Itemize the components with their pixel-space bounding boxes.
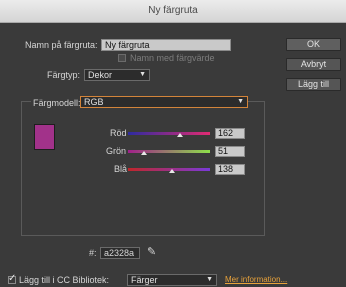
- ok-button[interactable]: OK: [286, 38, 341, 51]
- name-with-value-label: Namn med färgvärde: [130, 53, 215, 63]
- color-model-label: Färgmodell:: [31, 98, 83, 108]
- swatch-name-input[interactable]: Ny färgruta: [101, 39, 231, 51]
- hex-input[interactable]: a2328a: [100, 247, 140, 259]
- red-slider-track[interactable]: [128, 132, 210, 135]
- green-slider-thumb[interactable]: [141, 151, 148, 155]
- green-slider-track[interactable]: [128, 150, 210, 153]
- library-value: Färger: [131, 275, 158, 285]
- swatch-name-label: Namn på färgruta:: [25, 40, 98, 50]
- color-model-dropdown[interactable]: RGB ▼: [80, 96, 248, 108]
- more-info-link[interactable]: Mer information...: [225, 275, 287, 284]
- add-button[interactable]: Lägg till: [286, 78, 341, 91]
- hex-label: #:: [89, 248, 97, 258]
- dropdown-arrow-icon: ▼: [206, 276, 213, 283]
- add-to-library-label: Lägg till i CC Bibliotek:: [19, 275, 110, 285]
- blue-slider-thumb[interactable]: [169, 169, 176, 173]
- cancel-button[interactable]: Avbryt: [286, 58, 341, 71]
- green-value-input[interactable]: 51: [215, 146, 245, 157]
- color-type-value: Dekor: [88, 70, 113, 80]
- window-title: Ny färgruta: [0, 0, 346, 23]
- red-value-input[interactable]: 162: [215, 128, 245, 139]
- red-channel-label: Röd: [110, 128, 127, 138]
- add-to-library-checkbox[interactable]: [8, 273, 16, 284]
- color-model-value: RGB: [84, 97, 104, 107]
- blue-value-input[interactable]: 138: [215, 164, 245, 175]
- color-type-dropdown[interactable]: Dekor ▼: [84, 69, 150, 81]
- color-type-label: Färgtyp:: [47, 70, 81, 80]
- eyedropper-icon[interactable]: ✎: [147, 245, 156, 258]
- color-preview-swatch: [34, 124, 55, 150]
- dropdown-arrow-icon: ▼: [139, 71, 146, 78]
- green-channel-label: Grön: [106, 146, 127, 156]
- blue-channel-label: Blå: [114, 164, 128, 174]
- dropdown-arrow-icon: ▼: [237, 98, 244, 105]
- name-with-value-checkbox[interactable]: [118, 54, 126, 62]
- red-slider-thumb[interactable]: [177, 133, 184, 137]
- library-dropdown[interactable]: Färger ▼: [127, 274, 217, 286]
